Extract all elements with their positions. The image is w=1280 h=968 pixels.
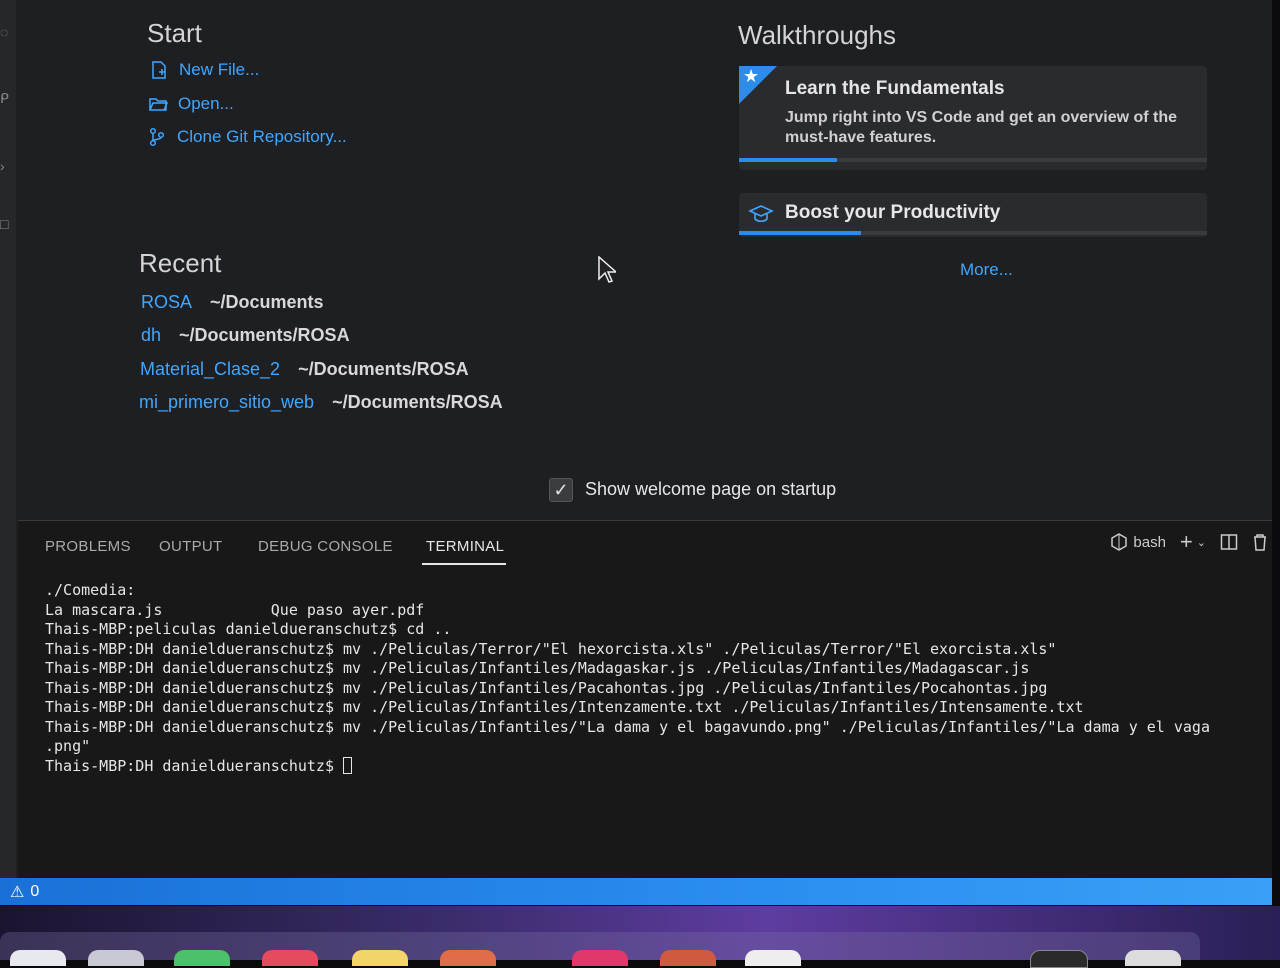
startup-checkbox-label: Show welcome page on startup [585, 479, 837, 499]
search-icon[interactable]: ◌ [0, 25, 10, 39]
recent-item-name[interactable]: ROSA [141, 292, 192, 313]
terminal-line: Thais-MBP:DH danieldueranschutz$ mv ./Pe… [45, 717, 1210, 736]
folder-icon [149, 98, 168, 111]
terminal-output[interactable]: ./Comedia: La mascara.js Que paso ayer.pd… [45, 581, 1272, 776]
tab-output[interactable]: OUTPUT [159, 538, 222, 555]
trash-icon[interactable] [1252, 533, 1268, 551]
terminal-line: .png" [45, 737, 91, 755]
tab-debug-console[interactable]: DEBUG CONSOLE [258, 538, 393, 555]
recent-item-name[interactable]: Material_Clase_2 [140, 359, 280, 380]
source-control-icon[interactable]: ᑭ [0, 91, 10, 105]
graduation-cap-icon [748, 205, 774, 223]
checkmark-icon: ✓ [553, 479, 569, 500]
recent-title: Recent [139, 248, 222, 278]
open-link[interactable]: Open... [148, 94, 234, 114]
new-file-label: New File... [179, 60, 260, 79]
startup-checkbox[interactable]: ✓ [549, 478, 573, 502]
terminal-line: La mascara.js Que paso ayer.pdf [45, 600, 425, 619]
warning-icon: ⚠ [10, 884, 25, 901]
clone-git-link[interactable]: Clone Git Repository... [147, 127, 347, 147]
terminal-shell-icon [1111, 533, 1128, 551]
walkthrough-progress [739, 231, 1207, 235]
start-title: Start [147, 18, 202, 48]
walkthroughs-title: Walkthroughs [738, 20, 896, 50]
launchpad-icon[interactable] [88, 950, 144, 966]
walkthrough-card-fundamentals[interactable]: ★ Learn the Fundamentals Jump right into… [739, 66, 1207, 170]
activity-bar: ◌ ᑭ › □ [0, 0, 16, 880]
recent-item[interactable]: Material_Clase_2 ~/Documents/ROSA [140, 359, 469, 380]
recent-item-name[interactable]: mi_primero_sitio_web [139, 392, 314, 413]
walkthrough-card-productivity[interactable]: Boost your Productivity [739, 193, 1207, 237]
recent-item-name[interactable]: dh [141, 325, 161, 346]
terminal-line: Thais-MBP:DH danieldueranschutz$ mv ./Pe… [45, 698, 1084, 716]
recent-item-path: ~/Documents/ROSA [298, 359, 469, 379]
macos-dock [0, 906, 1280, 968]
extensions-icon[interactable]: □ [0, 217, 10, 231]
active-tab-indicator [422, 563, 506, 565]
progress-fill [739, 158, 838, 162]
warnings-indicator[interactable]: ⚠ 0 [10, 882, 39, 902]
app-icon[interactable] [1030, 950, 1088, 968]
vscode-window: ◌ ᑭ › □ Start New File... Open... Clone … [0, 0, 1272, 905]
walkthrough-card-title: Learn the Fundamentals [785, 78, 1005, 99]
app-icon[interactable] [440, 950, 496, 966]
terminal-line: Thais-MBP:DH danieldueranschutz$ mv ./Pe… [45, 659, 1030, 677]
app-icon[interactable] [262, 950, 318, 966]
mouse-pointer-icon [598, 256, 616, 283]
terminal-toolbar: bash + ⌄ [1110, 531, 1268, 553]
app-icon[interactable] [745, 950, 801, 966]
recent-item-path: ~/Documents/ROSA [332, 392, 503, 412]
walkthrough-card-description: Jump right into VS Code and get an overv… [785, 109, 1178, 146]
clone-git-label: Clone Git Repository... [177, 127, 347, 146]
notes-icon[interactable] [352, 950, 408, 966]
tab-terminal[interactable]: TERMINAL [426, 538, 504, 555]
new-file-icon [152, 61, 166, 79]
terminal-cursor [343, 756, 353, 774]
messages-icon[interactable] [174, 950, 230, 966]
run-debug-icon[interactable]: › [0, 159, 10, 173]
recent-item-path: ~/Documents/ROSA [179, 325, 350, 345]
chevron-down-icon[interactable]: ⌄ [1197, 536, 1206, 549]
terminal-prompt: Thais-MBP:DH danieldueranschutz$ [45, 756, 344, 775]
recent-item-path: ~/Documents [210, 292, 324, 312]
terminal-line: Thais-MBP:DH danieldueranschutz$ mv ./Pe… [45, 678, 1048, 697]
terminal-line: ./Comedia: [45, 581, 136, 599]
tab-problems[interactable]: PROBLEMS [45, 538, 131, 555]
git-branch-icon [149, 127, 165, 147]
recent-item[interactable]: dh ~/Documents/ROSA [141, 325, 350, 346]
shell-name: bash [1133, 533, 1166, 551]
trash-bin-icon[interactable] [1125, 950, 1181, 966]
terminal-line: Thais-MBP:DH danieldueranschutz$ mv ./Pe… [45, 639, 1057, 658]
terminal-line: Thais-MBP:peliculas danieldueranschutz$ … [45, 620, 452, 638]
open-label: Open... [178, 94, 234, 113]
progress-fill [739, 231, 861, 235]
bottom-panel: PROBLEMS OUTPUT DEBUG CONSOLE TERMINAL b… [18, 520, 1272, 879]
warnings-count: 0 [30, 883, 40, 900]
app-icon[interactable] [660, 950, 716, 966]
status-bar: ⚠ 0 [0, 878, 1272, 905]
new-terminal-icon[interactable]: + [1180, 531, 1193, 553]
recent-item[interactable]: mi_primero_sitio_web ~/Documents/ROSA [139, 392, 503, 413]
star-icon: ★ [743, 66, 760, 86]
split-terminal-icon[interactable] [1220, 533, 1238, 551]
new-file-link[interactable]: New File... [149, 60, 259, 80]
welcome-page: Start New File... Open... Clone Git Repo… [18, 0, 1272, 520]
app-icon[interactable] [572, 950, 628, 966]
terminal-selector[interactable]: bash [1110, 533, 1166, 551]
more-walkthroughs-link[interactable]: More... [960, 260, 1013, 280]
finder-icon[interactable] [10, 950, 66, 966]
walkthrough-card-title: Boost your Productivity [785, 202, 1001, 223]
terminal-prompt-line: Thais-MBP:DH danieldueranschutz$ [45, 756, 1272, 777]
recent-item[interactable]: ROSA ~/Documents [141, 292, 324, 313]
walkthrough-progress [739, 158, 1207, 162]
